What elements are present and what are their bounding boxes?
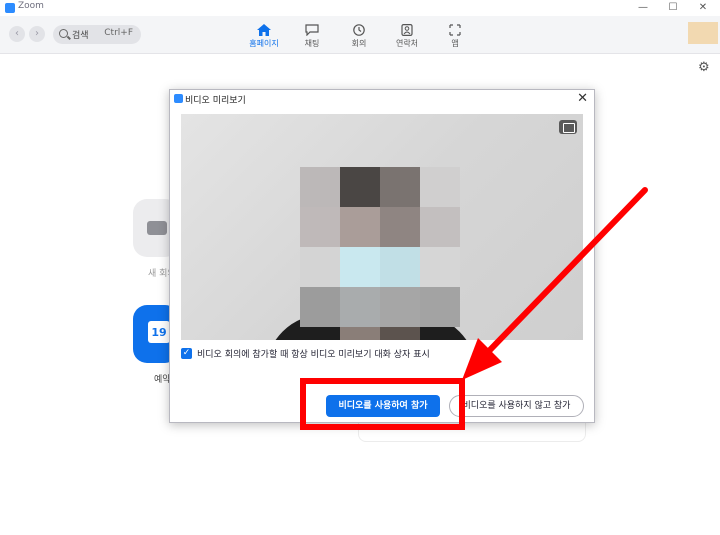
pixel-block <box>380 327 420 340</box>
annotation-highlight-box <box>300 378 465 430</box>
pixel-block <box>340 247 380 287</box>
pixel-block <box>340 207 380 247</box>
contacts-icon <box>401 24 413 36</box>
pixel-block <box>420 247 460 287</box>
app-title: Zoom <box>18 1 44 11</box>
tab-contacts-label: 연락처 <box>395 39 419 48</box>
pixel-block <box>380 247 420 287</box>
close-window-button[interactable]: ✕ <box>688 0 718 16</box>
forward-button[interactable]: › <box>29 26 45 42</box>
chat-icon <box>305 24 319 36</box>
tab-chat[interactable]: 채팅 <box>289 24 335 52</box>
calendar-icon: 19 <box>148 321 170 343</box>
pixel-block <box>380 287 420 327</box>
home-icon <box>257 24 271 36</box>
pixel-block <box>420 207 460 247</box>
pixel-block <box>420 167 460 207</box>
back-button[interactable]: ‹ <box>9 26 25 42</box>
image-icon[interactable] <box>559 120 577 134</box>
search-shortcut: Ctrl+F <box>104 28 133 38</box>
pixel-block <box>300 207 340 247</box>
title-bar: Zoom — ☐ ✕ <box>0 0 720 16</box>
search-label: 검색 <box>72 31 89 41</box>
search-box[interactable]: 검색 Ctrl+F <box>53 25 141 44</box>
pixel-block <box>380 167 420 207</box>
avatar[interactable] <box>688 22 718 44</box>
maximize-button[interactable]: ☐ <box>658 0 688 16</box>
tab-apps[interactable]: 앱 <box>432 24 478 52</box>
apps-icon <box>449 24 461 36</box>
always-show-preview-checkbox[interactable]: ✓ <box>181 348 192 359</box>
tab-home[interactable]: 홈페이지 <box>241 24 287 52</box>
video-preview-dialog: 비디오 미리보기 ✕ ✓ 비디오 회의에 참가할 때 항상 비디오 미리보기 대… <box>169 89 595 423</box>
pixel-block <box>340 287 380 327</box>
gear-icon[interactable]: ⚙ <box>698 60 710 75</box>
dialog-close-button[interactable]: ✕ <box>577 91 588 106</box>
dialog-title: 비디오 미리보기 <box>185 96 246 106</box>
tab-contacts[interactable]: 연락처 <box>384 24 430 52</box>
clock-icon <box>353 24 365 36</box>
tab-meetings[interactable]: 회의 <box>336 24 382 52</box>
video-preview <box>181 114 583 340</box>
join-without-video-button[interactable]: 비디오를 사용하지 않고 참가 <box>449 395 584 417</box>
zoom-logo-icon <box>5 3 15 13</box>
tab-home-label: 홈페이지 <box>249 39 279 48</box>
zoom-logo-icon <box>174 94 183 103</box>
pixel-block <box>340 327 380 340</box>
video-camera-icon <box>147 221 167 235</box>
minimize-button[interactable]: — <box>628 0 658 16</box>
pixel-block <box>380 207 420 247</box>
pixel-block <box>300 247 340 287</box>
pixel-block <box>340 167 380 207</box>
always-show-preview-label[interactable]: 비디오 회의에 참가할 때 항상 비디오 미리보기 대화 상자 표시 <box>197 347 430 360</box>
pixel-block <box>300 167 340 207</box>
search-icon <box>59 29 68 38</box>
tab-meetings-label: 회의 <box>351 39 367 48</box>
tab-chat-label: 채팅 <box>304 39 320 48</box>
pixel-block <box>420 287 460 327</box>
pixel-block <box>300 287 340 327</box>
main-toolbar: ‹ › 검색 Ctrl+F 홈페이지 채팅 회의 연락처 앱 <box>0 16 720 54</box>
tab-apps-label: 앱 <box>451 39 459 48</box>
